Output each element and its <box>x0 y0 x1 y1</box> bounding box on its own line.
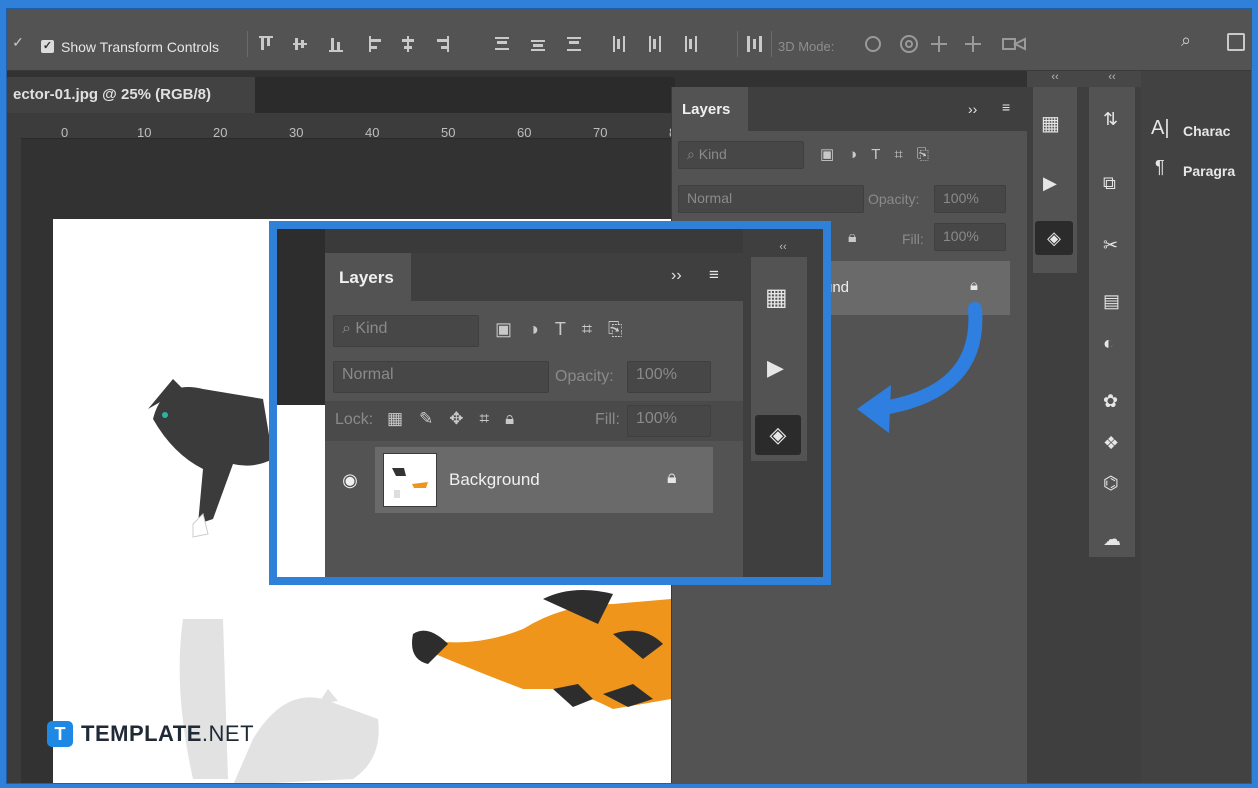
character-panel-column: A| Charac ¶ Paragra <box>1141 71 1251 783</box>
panel-dock-column-2: ‹‹ ⇅ ⧉ ✂ ▤ ◐ ✿ ❖ ⌬ ☁ <box>1083 71 1141 783</box>
inset-blend-mode-select[interactable]: Normal <box>333 361 549 393</box>
inset-fill-input[interactable]: 100% <box>627 405 711 437</box>
opacity-label: Opacity: <box>868 191 920 207</box>
character-icon[interactable]: A| <box>1151 117 1170 140</box>
inset-kind-label: Kind <box>355 320 388 337</box>
inset-layers-stack-icon[interactable]: ◈ <box>755 415 801 455</box>
character-label[interactable]: Charac <box>1183 123 1230 139</box>
inset-canvas-white <box>277 405 325 577</box>
inset-lock-row: Lock: ▦✎✥⌗🔒︎ Fill: 100% <box>325 401 743 441</box>
layer-thumbnail <box>383 453 437 507</box>
inset-panel-menu-icon[interactable]: ≡ <box>709 265 719 285</box>
history-icon[interactable]: ⇅ <box>1103 109 1118 130</box>
clone-source-icon[interactable]: ⧉ <box>1103 173 1116 194</box>
layers-stack-icon[interactable]: ◈ <box>1035 221 1073 255</box>
inset-canvas-strip <box>277 229 325 577</box>
inset-play-actions-icon[interactable]: ▶ <box>767 355 784 381</box>
logo-text: TEMPLATE.NET <box>81 721 254 747</box>
panel-collapse-button[interactable]: ›› <box>968 101 977 117</box>
inset-layer-lock-icon: 🔒︎ <box>667 467 677 487</box>
layer-lock-icon: 🔒︎ <box>970 277 978 294</box>
options-bar: ✓ ✓ Show Transform Controls 3D Mode: ⌕ <box>7 9 1251 71</box>
tool-preset-icon[interactable]: ✓ <box>11 35 25 49</box>
inset-dock-collapse[interactable]: ‹‹ <box>743 241 823 253</box>
inset-filter-type-icons[interactable]: ▣◑T⌗⎘ <box>495 319 638 340</box>
inset-layers-panel: Layers ›› ≡ ⌕ Kind ▣◑T⌗⎘ Normal Opacity:… <box>325 253 743 577</box>
tool-presets-icon[interactable]: ✂ <box>1103 235 1118 256</box>
fill-label: Fill: <box>902 231 924 247</box>
inset-lock-label: Lock: <box>335 411 374 428</box>
inset-lock-icons[interactable]: ▦✎✥⌗🔒︎ <box>387 409 530 429</box>
inset-layers-tab[interactable]: Layers <box>325 253 411 301</box>
search-icon: ⌕ <box>342 320 356 337</box>
dock-collapse-button[interactable]: ‹‹ <box>1027 71 1083 87</box>
adjustments-icon[interactable]: ◐ <box>1103 333 1114 354</box>
template-net-logo: T TEMPLATE.NET <box>47 721 254 747</box>
lock-all-icon[interactable]: 🔒︎ <box>848 229 857 247</box>
play-actions-icon[interactable]: ▶ <box>1043 173 1057 194</box>
info-icon[interactable]: ▤ <box>1103 291 1120 312</box>
align-distribute-icons[interactable] <box>257 35 727 53</box>
3d-mode-icons[interactable] <box>861 33 1041 55</box>
inset-layer-row-background[interactable]: ◉ Background 🔒︎ <box>325 447 713 513</box>
kind-filter-select[interactable]: ⌕ Kind <box>678 141 804 169</box>
paragraph-label[interactable]: Paragra <box>1183 163 1235 179</box>
inset-dock-column: ‹‹ ▦ ▶ ◈ <box>743 229 823 577</box>
ruler-tick: 50 <box>441 125 456 140</box>
search-icon: ⌕ <box>687 146 699 162</box>
inset-kind-filter-select[interactable]: ⌕ Kind <box>333 315 479 347</box>
separator <box>737 31 738 57</box>
ruler-tick: 60 <box>517 125 532 140</box>
kind-filter-label: Kind <box>698 146 727 162</box>
separator <box>771 31 772 57</box>
ruler-tick: 10 <box>137 125 152 140</box>
ruler-tick: 0 <box>61 125 69 140</box>
document-tab[interactable]: ector-01.jpg @ 25% (RGB/8) <box>7 77 255 113</box>
logo-mark: T <box>47 721 73 747</box>
logo-text-suffix: .NET <box>201 721 255 746</box>
swatches-icon[interactable]: ✿ <box>1103 391 1118 412</box>
paragraph-icon[interactable]: ¶ <box>1155 157 1165 178</box>
3d-mode-label: 3D Mode: <box>778 39 835 54</box>
magnifier-icon[interactable]: ⌕ <box>1179 31 1193 49</box>
opacity-input[interactable]: 100% <box>934 185 1006 213</box>
inset-fill-label: Fill: <box>595 411 620 428</box>
inset-layer-name[interactable]: Background <box>449 470 540 490</box>
separator <box>247 31 248 57</box>
panel-dock-column: ‹‹ ▦ ▶ ◈ <box>1027 71 1083 783</box>
photoshop-window: ✓ ✓ Show Transform Controls 3D Mode: ⌕ e… <box>6 8 1252 784</box>
callout-arrow-icon <box>857 302 983 433</box>
horizontal-ruler: 0 10 20 30 40 50 60 70 8 <box>21 113 676 140</box>
inset-panel-collapse-button[interactable]: ›› <box>671 267 682 285</box>
eye-visibility-icon[interactable]: ◉ <box>325 447 375 513</box>
inset-opacity-label: Opacity: <box>555 368 614 385</box>
cat-eye <box>162 412 168 418</box>
zoomed-layers-inset: Layers ›› ≡ ⌕ Kind ▣◑T⌗⎘ Normal Opacity:… <box>269 221 831 585</box>
ruler-tick: 70 <box>593 125 608 140</box>
fill-input[interactable]: 100% <box>934 223 1006 251</box>
paths-icon[interactable]: ⌬ <box>1103 473 1119 494</box>
color-icon[interactable]: ❖ <box>1103 433 1119 454</box>
panel-menu-icon[interactable]: ≡ <box>1002 99 1010 115</box>
distribute-spacing-icon[interactable] <box>745 35 763 53</box>
blend-mode-select[interactable]: Normal <box>678 185 864 213</box>
filter-type-icons[interactable]: ▣◑T⌗⎘ <box>820 145 943 163</box>
tab-strip <box>255 77 675 113</box>
inset-opacity-input[interactable]: 100% <box>627 361 711 393</box>
show-transform-controls-label: Show Transform Controls <box>61 39 219 55</box>
workspace-icon[interactable] <box>1227 33 1245 51</box>
ruler-tick: 40 <box>365 125 380 140</box>
ruler-tick: 20 <box>213 125 228 140</box>
creative-cloud-icon[interactable]: ☁ <box>1103 529 1121 550</box>
table-grid-icon[interactable]: ▦ <box>1041 111 1060 136</box>
layers-tab[interactable]: Layers <box>672 87 748 131</box>
show-transform-controls-checkbox[interactable]: ✓ <box>41 40 54 53</box>
dock-collapse-button-2[interactable]: ‹‹ <box>1083 71 1141 87</box>
inset-table-grid-icon[interactable]: ▦ <box>765 283 788 312</box>
vertical-ruler <box>7 113 21 783</box>
logo-text-bold: TEMPLATE <box>81 721 202 746</box>
ruler-tick: 30 <box>289 125 304 140</box>
